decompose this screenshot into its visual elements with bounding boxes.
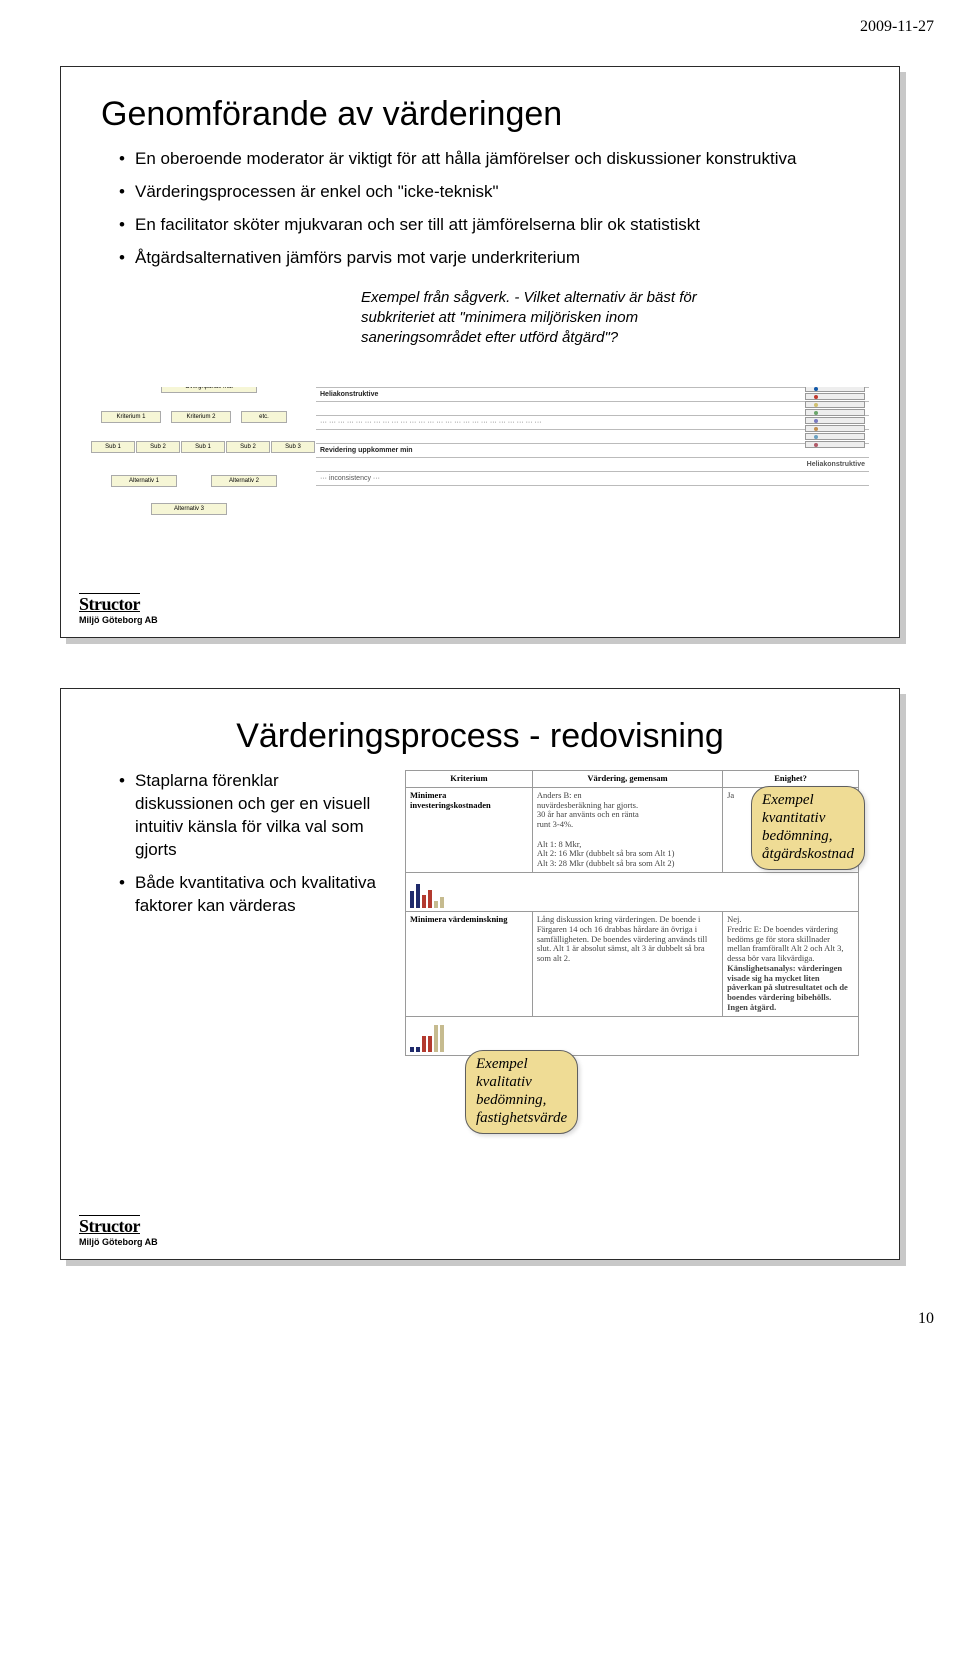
bar	[440, 1025, 444, 1052]
logo-subtitle: Miljö Göteborg AB	[79, 1237, 158, 1247]
panel-heading: Heliakonstruktive	[316, 387, 869, 401]
bar	[416, 884, 420, 908]
hierarchy-diagram: Övergripande mål Kriterium 1 Kriterium 2…	[91, 387, 321, 567]
table-header-row: Kriterium Värdering, gemensam Enighet?	[406, 771, 859, 788]
list-item: Värderingsprocessen är enkel och "icke-t…	[119, 181, 859, 204]
bar	[434, 901, 438, 908]
example-line: subkriteriet att "minimera miljörisken i…	[361, 309, 638, 326]
table-row: Minimera värdeminskning Lång diskussion …	[406, 911, 859, 1016]
list-item: En oberoende moderator är viktigt för at…	[119, 148, 859, 171]
page: 2009-11-27 Genomförande av värderingen E…	[0, 0, 960, 1368]
bar	[422, 1036, 426, 1051]
table-row	[406, 872, 859, 911]
callout-kvantitativ: Exempel kvantitativ bedömning, åtgärdsko…	[751, 786, 865, 870]
bar	[410, 1047, 414, 1052]
page-number: 10	[20, 1310, 940, 1328]
callout-title: Exempel	[476, 1055, 567, 1073]
bar	[416, 1047, 420, 1052]
bar	[440, 897, 444, 908]
th-vardering: Värdering, gemensam	[532, 771, 722, 788]
cell-enighet: Nej. Fredric E: De boendes värdering bed…	[723, 911, 859, 1016]
slide1-title: Genomförande av värderingen	[101, 95, 859, 134]
bar	[428, 1036, 432, 1051]
table-row	[406, 1016, 859, 1055]
callout-line: kvantitativ	[762, 809, 854, 827]
slide1-example: Exempel från sågverk. - Vilket alternati…	[361, 288, 859, 349]
panel-subheading-2: Heliakonstruktive	[316, 457, 869, 471]
slide1-bullets: En oberoende moderator är viktigt för at…	[111, 148, 859, 270]
panel-subheading: Revidering uppkommer min	[316, 443, 869, 457]
cell-chart	[406, 872, 859, 911]
bar-chart-1	[410, 880, 854, 908]
callout-line: bedömning,	[476, 1091, 567, 1109]
callout-line: bedömning,	[762, 827, 854, 845]
bar-chart-2	[410, 1024, 854, 1052]
example-line: Exempel från sågverk. - Vilket alternati…	[361, 289, 697, 306]
list-item: Åtgärdsalternativen jämförs parvis mot v…	[119, 247, 859, 270]
logo-word: Structor	[79, 594, 158, 615]
slide-2: Värderingsprocess - redovisning Staplarn…	[60, 688, 900, 1260]
logo-word: Structor	[79, 1216, 158, 1237]
list-item: En facilitator sköter mjukvaran och ser …	[119, 214, 859, 237]
slide2-right-col: Kriterium Värdering, gemensam Enighet? M…	[405, 770, 859, 1110]
th-enighet: Enighet?	[723, 771, 859, 788]
slide2-body: Staplarna förenklar diskussionen och ger…	[101, 770, 859, 1110]
pairwise-panel: Heliakonstruktive ··· ··· ··· ··· ··· ··…	[316, 387, 869, 577]
bar	[428, 890, 432, 908]
logo: Structor Miljö Göteborg AB	[79, 1216, 158, 1247]
list-item: Både kvantitativa och kvalitativa faktor…	[119, 872, 381, 918]
list-item: Staplarna förenklar diskussionen och ger…	[119, 770, 381, 862]
bar	[422, 895, 426, 908]
cell-vardering: Anders B: en nuvärdesberäkning har gjort…	[532, 787, 722, 872]
cell-vardering: Lång diskussion kring värderingen. De bo…	[532, 911, 722, 1016]
slide2-left-col: Staplarna förenklar diskussionen och ger…	[101, 770, 381, 1110]
callout-line: kvalitativ	[476, 1073, 567, 1091]
callout-kvalitativ: Exempel kvalitativ bedömning, fastighets…	[465, 1050, 578, 1134]
slide2-title: Värderingsprocess - redovisning	[101, 717, 859, 756]
slide2-bullets: Staplarna förenklar diskussionen och ger…	[111, 770, 381, 918]
slide1-background-diagram: Övergripande mål Kriterium 1 Kriterium 2…	[91, 387, 869, 577]
bar	[410, 891, 414, 908]
callout-line: åtgärdskostnad	[762, 845, 854, 863]
date-header: 2009-11-27	[20, 18, 940, 36]
cell-chart	[406, 1016, 859, 1055]
example-line: saneringsområdet efter utförd åtgärd"?	[361, 329, 618, 346]
cell-kriterium: Minimera värdeminskning	[406, 911, 533, 1016]
th-kriterium: Kriterium	[406, 771, 533, 788]
cell-kriterium: Minimera investeringskostnaden	[406, 787, 533, 872]
slide-1: Genomförande av värderingen En oberoende…	[60, 66, 900, 638]
callout-line: fastighetsvärde	[476, 1109, 567, 1127]
logo: Structor Miljö Göteborg AB	[79, 594, 158, 625]
bar	[434, 1025, 438, 1052]
callout-title: Exempel	[762, 791, 854, 809]
logo-subtitle: Miljö Göteborg AB	[79, 615, 158, 625]
